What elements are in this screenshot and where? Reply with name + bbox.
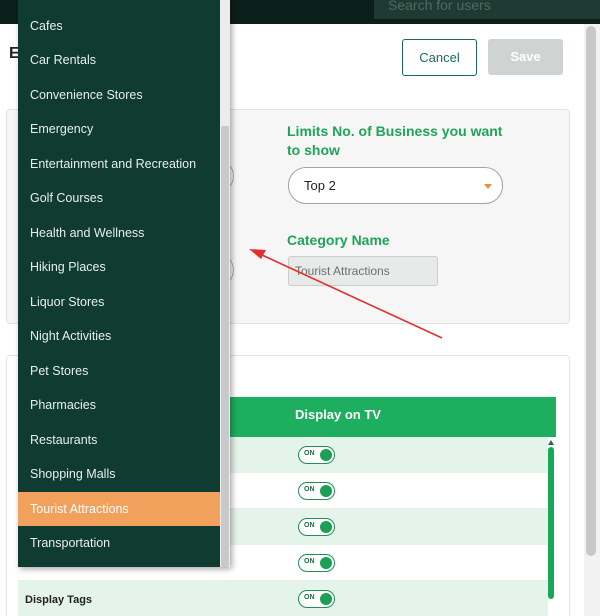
- column-header-display-on-tv: Display on TV: [295, 407, 381, 422]
- dropdown-option[interactable]: Car Rentals: [18, 43, 220, 77]
- limits-select-value: Top 2: [304, 178, 336, 193]
- toggle-knob: [320, 557, 332, 569]
- toggle-text: ON: [304, 486, 315, 493]
- dropdown-option[interactable]: Convenience Stores: [18, 78, 220, 112]
- toggle-knob: [320, 449, 332, 461]
- display-on-tv-toggle[interactable]: ON: [298, 482, 335, 500]
- caret-down-icon: [484, 184, 492, 189]
- cancel-button[interactable]: Cancel: [402, 39, 477, 76]
- display-on-tv-toggle[interactable]: ON: [298, 554, 335, 572]
- dropdown-option[interactable]: Pet Stores: [18, 354, 220, 388]
- dropdown-option[interactable]: Tourist Attractions: [18, 492, 220, 526]
- toggle-knob: [320, 521, 332, 533]
- user-search-input[interactable]: Search for users: [374, 0, 600, 19]
- dropdown-option[interactable]: Hiking Places: [18, 250, 220, 284]
- limits-label: Limits No. of Business you want to show: [287, 123, 503, 158]
- dropdown-option[interactable]: Emergency: [18, 112, 220, 146]
- dropdown-option[interactable]: Night Activities: [18, 319, 220, 353]
- dropdown-option[interactable]: Entertainment and Recreation: [18, 147, 220, 181]
- toggle-knob: [320, 485, 332, 497]
- row-label-display-tags: Display Tags: [25, 594, 93, 606]
- dropdown-option[interactable]: Liquor Stores: [18, 285, 220, 319]
- table-row: [18, 581, 548, 616]
- dropdown-option[interactable]: Cafes: [18, 9, 220, 43]
- dropdown-option[interactable]: Transportation: [18, 526, 220, 560]
- toggle-text: ON: [304, 522, 315, 529]
- dropdown-option[interactable]: Pharmacies: [18, 388, 220, 422]
- dropdown-option[interactable]: Restaurants: [18, 423, 220, 457]
- toggle-text: ON: [304, 450, 315, 457]
- limits-select[interactable]: Top 2: [288, 167, 503, 204]
- category-name-label: Category Name: [287, 232, 390, 248]
- dropdown-option[interactable]: Shopping Malls: [18, 457, 220, 491]
- dropdown-option[interactable]: Golf Courses: [18, 181, 220, 215]
- table-scroll-up-icon[interactable]: [548, 440, 554, 445]
- display-on-tv-toggle[interactable]: ON: [298, 590, 335, 608]
- display-on-tv-toggle[interactable]: ON: [298, 446, 335, 464]
- dropdown-option[interactable]: Health and Wellness: [18, 216, 220, 250]
- toggle-text: ON: [304, 594, 315, 601]
- table-scrollbar[interactable]: [548, 447, 554, 599]
- toggle-knob: [320, 593, 332, 605]
- display-on-tv-toggle[interactable]: ON: [298, 518, 335, 536]
- save-button[interactable]: Save: [488, 39, 563, 75]
- dropdown-scrollbar-thumb[interactable]: [221, 126, 229, 567]
- category-name-input[interactable]: Tourist Attractions: [288, 256, 438, 286]
- toggle-text: ON: [304, 558, 315, 565]
- page-scrollbar-thumb[interactable]: [586, 26, 596, 556]
